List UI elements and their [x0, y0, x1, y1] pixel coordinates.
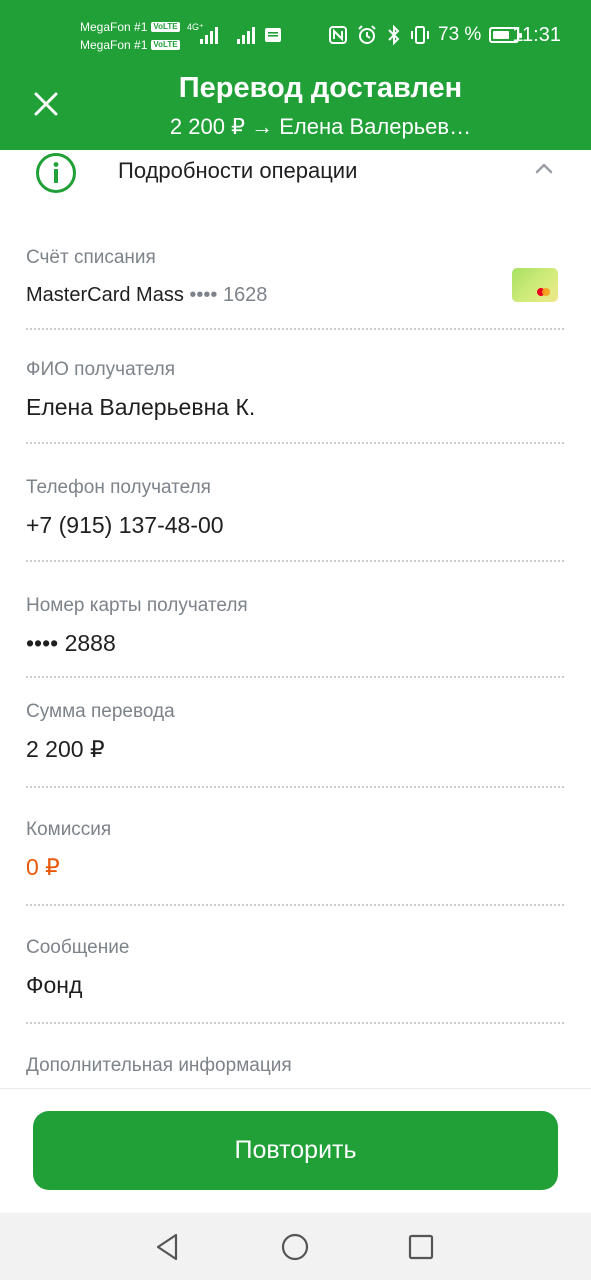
close-icon [34, 92, 58, 116]
nav-back-icon[interactable] [152, 1231, 184, 1263]
volte-badge-2: VoLTE [151, 40, 180, 50]
recipient-name-value: Елена Валерьевна К. [26, 394, 256, 420]
divider [26, 560, 564, 562]
section-title: Подробности операции [118, 158, 358, 183]
recipient-card-label: Номер карты получателя [26, 595, 248, 616]
repeat-button[interactable]: Повторить [33, 1111, 558, 1190]
system-nav-bar [0, 1213, 591, 1280]
bluetooth-icon [388, 24, 400, 46]
recipient-name-label: ФИО получателя [26, 359, 176, 380]
divider [26, 904, 564, 906]
fee-value: 0 ₽ [26, 854, 60, 880]
close-button[interactable] [26, 84, 66, 124]
extra-info-label: Дополнительная информация [26, 1055, 292, 1076]
account-masked-number: •••• 1628 [189, 284, 268, 306]
nav-home-icon[interactable] [279, 1231, 311, 1263]
divider [26, 328, 564, 330]
divider [26, 442, 564, 444]
transfer-details-screen: MegaFon #1 VoLTE MegaFon #1 VoLTE 4G⁺ 73… [0, 0, 591, 1280]
status-bar: MegaFon #1 VoLTE MegaFon #1 VoLTE 4G⁺ 73… [0, 0, 591, 60]
account-label: Счёт списания [26, 247, 156, 268]
fee-field: Комиссия 0 ₽ [26, 818, 564, 882]
carrier-2-label: MegaFon #1 [80, 38, 148, 52]
footer-divider [0, 1088, 591, 1089]
divider [26, 676, 564, 678]
mastercard-card-icon [512, 268, 558, 302]
account-name: MasterCard Mass [26, 284, 184, 306]
details-content: Подробности операции Счёт списания Maste… [0, 150, 591, 1088]
page-title: Перевод доставлен [178, 72, 463, 104]
volte-badge-1: VoLTE [151, 22, 180, 32]
info-circle-icon [36, 153, 76, 193]
chevron-up-icon[interactable] [533, 158, 555, 180]
vibrate-icon [411, 26, 429, 44]
fee-label: Комиссия [26, 819, 112, 840]
page-subtitle: 2 200 ₽ → Елена Валерьев… [169, 114, 472, 139]
signal-strength-2-icon [237, 24, 255, 44]
signal-strength-icon [200, 24, 218, 44]
recipient-phone-field: Телефон получателя +7 (915) 137-48-00 [26, 476, 564, 540]
message-notification-icon [265, 28, 281, 42]
nav-recents-icon[interactable] [405, 1231, 437, 1263]
divider [26, 786, 564, 788]
amount-field: Сумма перевода 2 200 ₽ [26, 700, 564, 764]
mastercard-orange-circle [542, 288, 550, 296]
alarm-icon [358, 25, 376, 44]
header: Перевод доставлен 2 200 ₽ → Елена Валерь… [0, 60, 591, 150]
account-field: Счёт списания MasterCard Mass •••• 1628 [26, 246, 564, 310]
system-icons: 73 % [328, 24, 523, 46]
message-label: Сообщение [26, 937, 130, 958]
recipient-phone-label: Телефон получателя [26, 477, 211, 498]
battery-level [493, 31, 510, 39]
recipient-card-field: Номер карты получателя •••• 2888 [26, 594, 564, 658]
divider [26, 1022, 564, 1024]
account-value: MasterCard Mass •••• 1628 [26, 280, 564, 310]
extra-info-field: Дополнительная информация [26, 1054, 564, 1078]
message-value: Фонд [26, 972, 83, 998]
amount-label: Сумма перевода [26, 701, 175, 722]
carrier-1-label: MegaFon #1 [80, 20, 148, 34]
section-header[interactable]: Подробности операции [0, 150, 591, 196]
message-field: Сообщение Фонд [26, 936, 564, 1000]
sim-info: MegaFon #1 VoLTE MegaFon #1 VoLTE [80, 18, 180, 54]
recipient-card-value: •••• 2888 [26, 630, 116, 656]
battery-percentage: 73 % [438, 24, 482, 45]
clock: 11:31 [512, 24, 561, 46]
nfc-icon [329, 26, 347, 44]
recipient-name-field: ФИО получателя Елена Валерьевна К. [26, 358, 564, 422]
amount-value: 2 200 ₽ [26, 736, 105, 762]
recipient-phone-value: +7 (915) 137-48-00 [26, 512, 224, 538]
